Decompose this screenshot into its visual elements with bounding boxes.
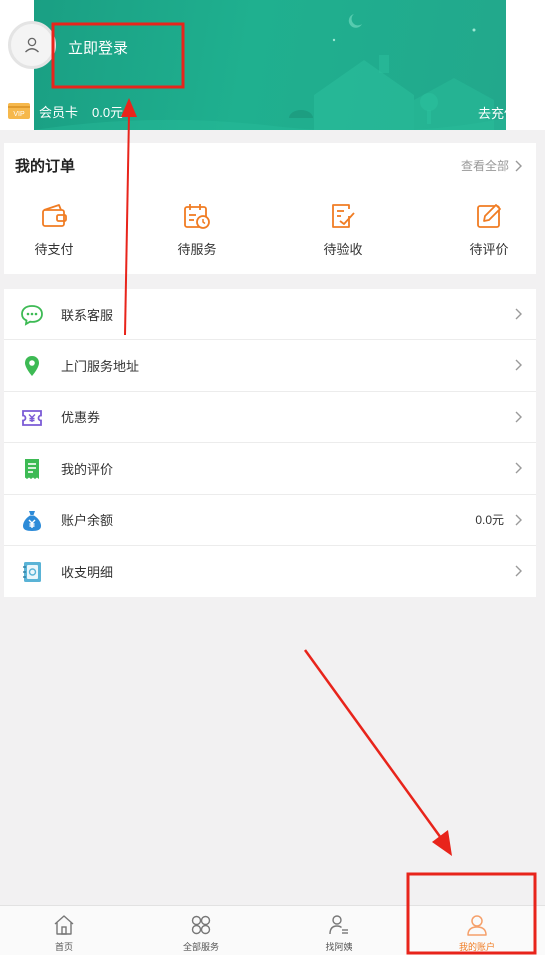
order-pending-review[interactable]: 待评价 (449, 201, 529, 258)
order-item-label: 待支付 (34, 242, 74, 257)
recharge-link[interactable]: 去充值 (478, 103, 506, 122)
checklist-icon (332, 204, 355, 228)
login-button[interactable]: 立即登录 (68, 37, 128, 58)
arrow-to-account-tab (303, 649, 443, 839)
chevron-right-icon (515, 514, 522, 526)
order-item-label: 待评价 (469, 242, 509, 257)
coupon-icon (22, 409, 42, 426)
money-bag-icon (23, 510, 41, 531)
menu-item-label: 联系客服 (61, 307, 114, 323)
order-pending-acceptance[interactable]: 待验收 (303, 201, 383, 258)
menu-item-label: 账户余额 (61, 513, 114, 529)
chevron-right-icon (515, 462, 522, 474)
tab-all-services[interactable]: 全部服务 (161, 913, 241, 953)
tab-home[interactable]: 首页 (24, 913, 104, 953)
member-card-balance: 0.0元 (92, 104, 124, 120)
tab-find-helper[interactable]: 找阿姨 (299, 913, 379, 953)
my-orders-card: 我的订单 查看全部 待支付 待服务 待验收 待评价 (4, 143, 536, 274)
menu-item-label: 优惠券 (61, 410, 101, 426)
order-item-label: 待服务 (177, 242, 217, 257)
user-icon (467, 915, 487, 936)
home-icon (54, 915, 74, 935)
menu-item-label: 上门服务地址 (61, 359, 140, 375)
profile-header: 立即登录 VIP 会员卡 0.0元 去充值 (0, 0, 545, 130)
order-pending-payment[interactable]: 待支付 (14, 201, 94, 258)
grid-icon (191, 915, 211, 935)
chevron-right-icon (515, 359, 522, 371)
view-all-label: 查看全部 (460, 159, 509, 173)
chevron-right-icon (515, 160, 522, 171)
menu-item-coupons[interactable]: 优惠券 (4, 392, 536, 444)
view-all-orders-link[interactable]: 查看全部 (461, 157, 522, 174)
edit-icon (477, 204, 501, 228)
menu-item-label: 我的评价 (61, 461, 114, 477)
account-menu: 联系客服 上门服务地址 优惠券 我的评价 账户余额 0.0元 收支明细 (4, 289, 536, 597)
chevron-right-icon (515, 411, 522, 423)
chevron-right-icon (515, 565, 522, 577)
member-card-label: 会员卡 (39, 104, 79, 120)
user-placeholder-icon (25, 37, 39, 53)
arrow-head-down (432, 830, 452, 856)
menu-item-service-address[interactable]: 上门服务地址 (4, 340, 536, 392)
order-item-label: 待验收 (323, 242, 363, 257)
bottom-tab-bar: 首页 全部服务 找阿姨 我的账户 (0, 905, 545, 955)
wallet-icon (42, 204, 67, 227)
vip-card-icon: VIP (8, 103, 30, 119)
avatar[interactable] (8, 21, 56, 69)
tab-label: 找阿姨 (325, 942, 353, 952)
account-balance-value: 0.0元 (475, 513, 504, 528)
person-search-icon (329, 915, 348, 935)
orders-title: 我的订单 (15, 158, 76, 175)
receipt-icon (25, 459, 39, 480)
menu-item-my-reviews[interactable]: 我的评价 (4, 443, 536, 495)
chevron-right-icon (515, 308, 522, 320)
menu-item-label: 收支明细 (61, 565, 114, 581)
ledger-icon (23, 561, 41, 582)
tab-label: 首页 (54, 942, 73, 952)
member-card-row[interactable]: VIP 会员卡 0.0元 (8, 101, 123, 121)
order-pending-service[interactable]: 待服务 (157, 201, 237, 258)
menu-item-transactions[interactable]: 收支明细 (4, 546, 536, 597)
tab-label: 全部服务 (182, 942, 219, 952)
tab-label: 我的账户 (458, 942, 495, 952)
menu-item-account-balance[interactable]: 账户余额 0.0元 (4, 495, 536, 546)
tab-my-account[interactable]: 我的账户 (437, 913, 517, 953)
location-pin-icon (25, 356, 39, 377)
calendar-clock-icon (184, 204, 210, 229)
menu-item-customer-service[interactable]: 联系客服 (4, 289, 536, 341)
chat-bubble-icon (21, 305, 43, 326)
